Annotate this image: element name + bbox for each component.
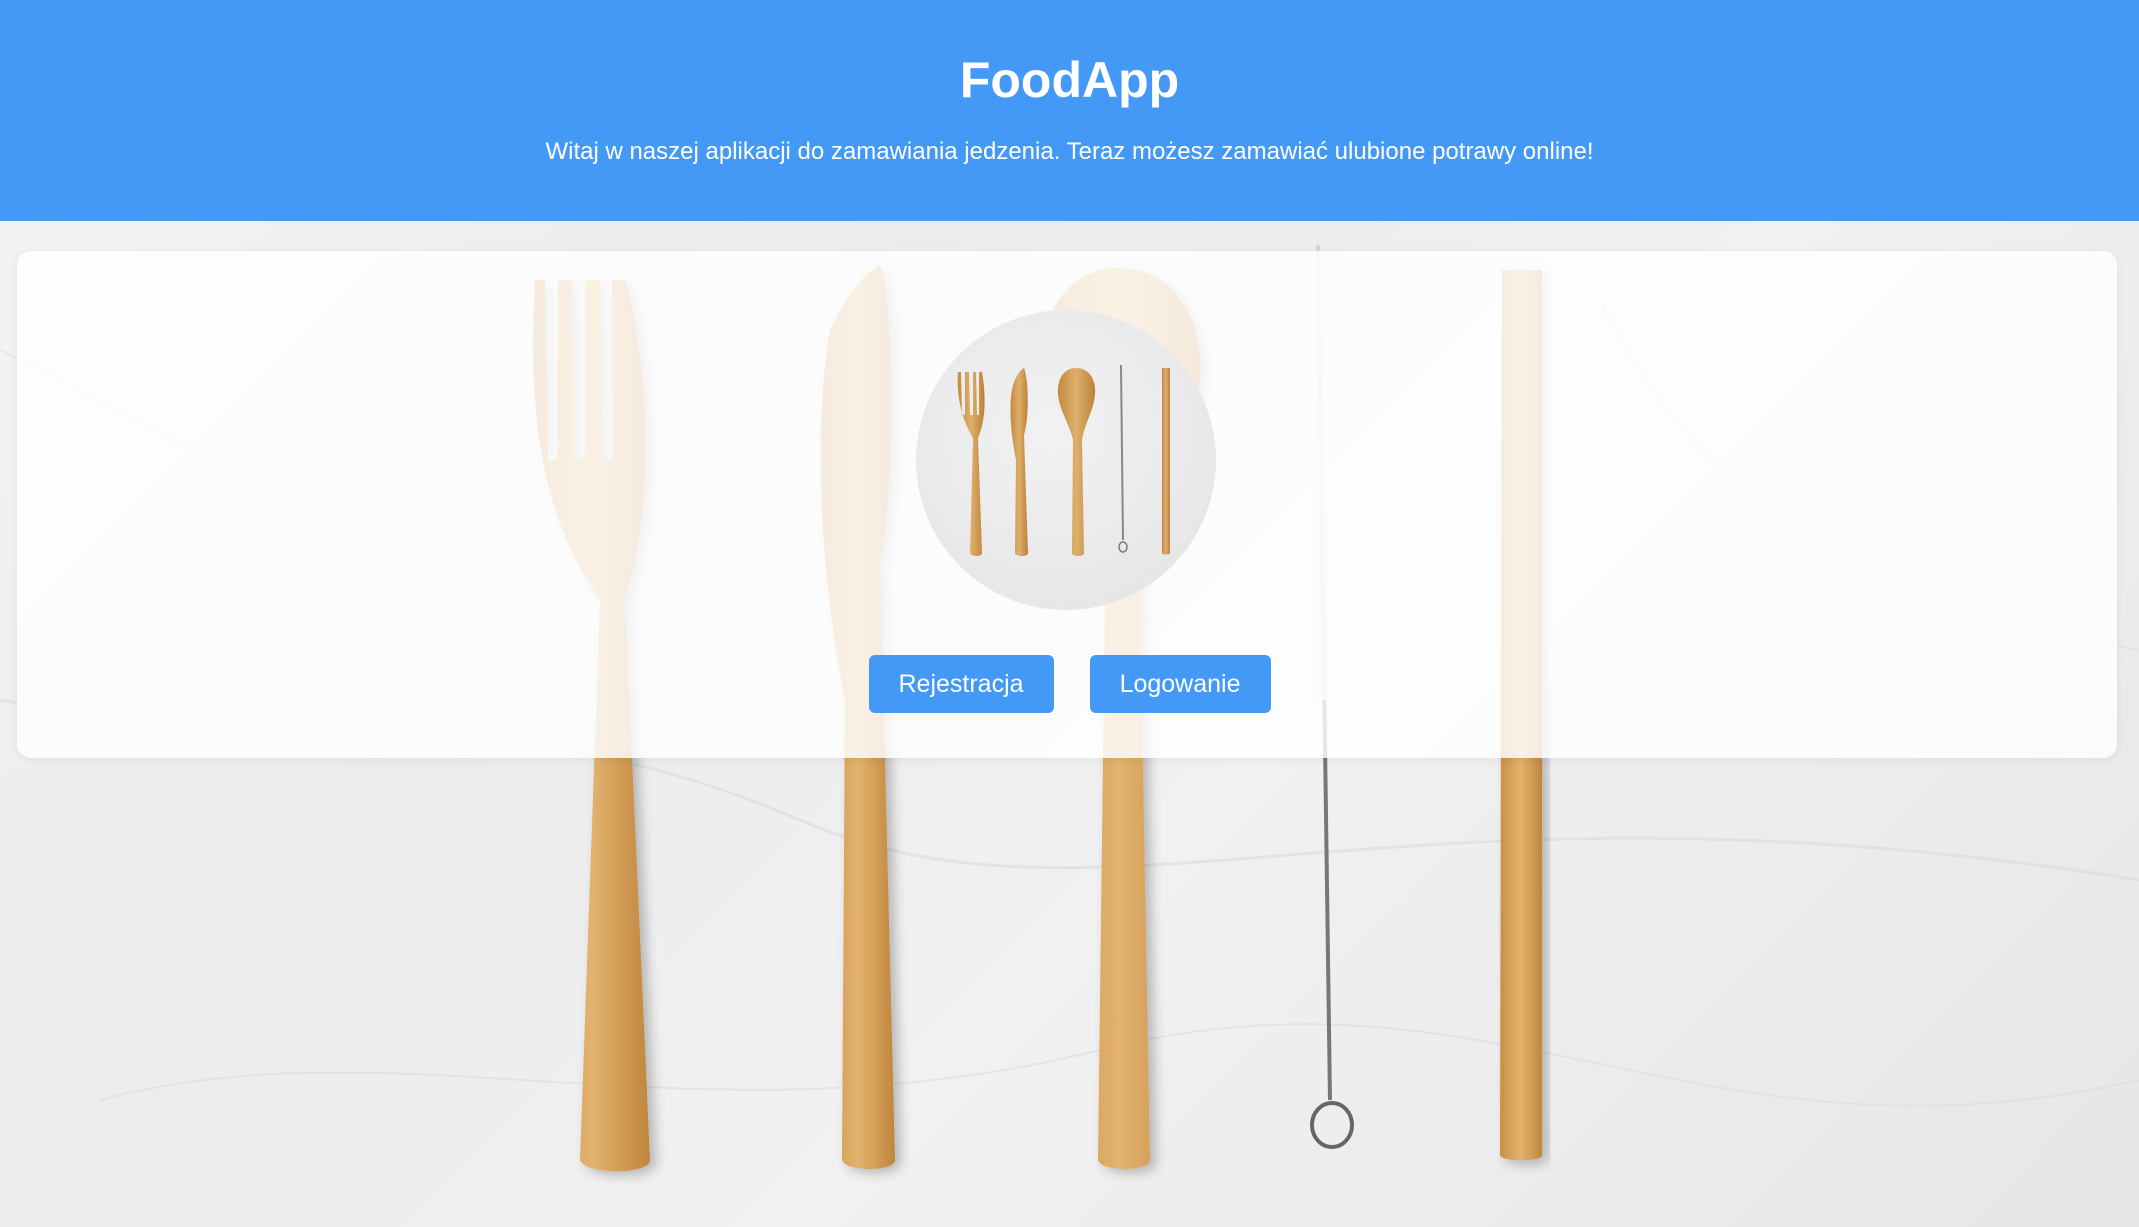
auth-buttons: Rejestracja Logowanie xyxy=(0,655,2139,713)
app-header: FoodApp Witaj w naszej aplikacji do zama… xyxy=(0,0,2139,221)
register-button[interactable]: Rejestracja xyxy=(868,655,1054,713)
login-button[interactable]: Logowanie xyxy=(1089,655,1271,713)
welcome-text: Witaj w naszej aplikacji do zamawiania j… xyxy=(545,138,1594,165)
app-title: FoodApp xyxy=(959,52,1180,108)
cutlery-logo-icon xyxy=(916,310,1216,610)
